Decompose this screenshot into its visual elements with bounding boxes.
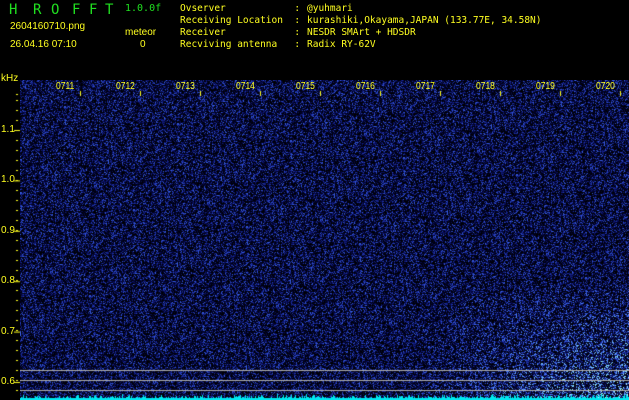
time-tick-label: 0713 (176, 81, 195, 92)
info-label: Receiver : (180, 27, 301, 38)
y-tick-label: 0.8 (1, 275, 15, 287)
axis-ticks (0, 0, 629, 400)
unit-label: kHz (1, 73, 19, 84)
meteor-label: meteor (125, 27, 157, 38)
datetime: 26.04.16 07:10 (10, 39, 77, 50)
title-letter: H (9, 2, 18, 18)
y-tick-label: 0.9 (1, 224, 15, 236)
time-tick-label: 0719 (536, 81, 555, 92)
y-tick-label: 1.1 (1, 124, 15, 135)
version-label: 1.0.0f (125, 3, 162, 14)
info-label: Receiving Location : (180, 15, 301, 26)
time-tick-label: 0718 (476, 81, 495, 92)
filename: 2604160710.png (10, 21, 86, 32)
y-tick-label: 1.0 (1, 174, 15, 186)
meteor-count: 0 (140, 39, 146, 50)
title-letter: F (72, 2, 81, 18)
info-label: Ovserver : (180, 3, 301, 14)
time-tick-label: 0711 (56, 81, 75, 92)
time-tick-label: 0717 (416, 81, 435, 92)
info-value: @yuhmari (307, 3, 353, 14)
time-tick-label: 0712 (116, 81, 135, 92)
info-label: Recviving antenna : (180, 39, 301, 50)
y-tick-label: 0.6 (1, 376, 15, 387)
title-letter: O (51, 2, 60, 18)
title-letter: F (89, 2, 98, 18)
title-letter: R (33, 2, 42, 18)
info-value: Radix RY-62V (307, 39, 376, 50)
y-tick-label: 0.7 (1, 325, 15, 337)
time-tick-label: 0716 (356, 81, 375, 92)
time-tick-label: 0720 (596, 81, 615, 92)
info-value: NESDR SMArt + HDSDR (307, 27, 416, 38)
time-tick-label: 0714 (236, 81, 255, 92)
time-tick-label: 0715 (296, 81, 315, 92)
title-letter: T (105, 2, 114, 18)
info-value: kurashiki,Okayama,JAPAN (133.77E, 34.58N… (307, 15, 542, 26)
